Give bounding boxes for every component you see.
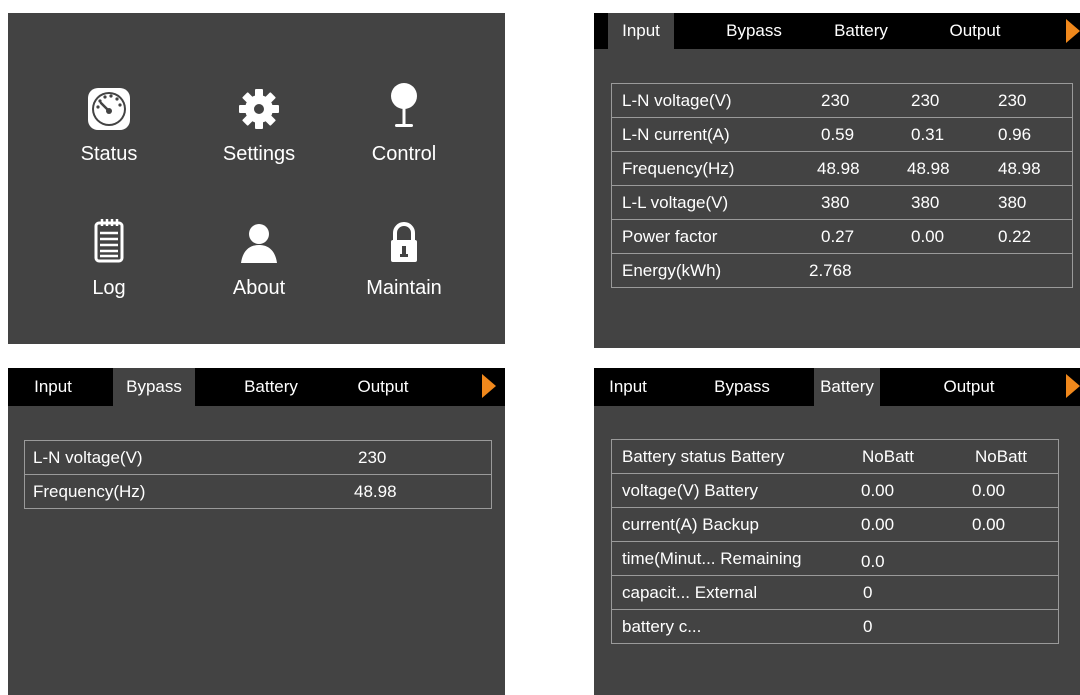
tab-bar: Input Bypass Battery Output (594, 368, 1080, 406)
table-row: Frequency(Hz) 48.98 (25, 475, 491, 509)
value-cell: 0.00 (972, 481, 1006, 500)
row-label: L-N voltage(V) (622, 91, 732, 110)
menu-item-control[interactable]: Control (334, 81, 474, 175)
menu-item-status[interactable]: Status (39, 85, 179, 175)
table-row: L-N voltage(V) 230 (25, 441, 491, 475)
tab-bypass[interactable]: Bypass (692, 368, 792, 406)
table-row: Battery status Battery NoBatt NoBatt (612, 440, 1058, 474)
tab-input[interactable]: Input (18, 368, 88, 406)
value-cell: 0.00 (972, 515, 1006, 534)
row-label: capacit... External (622, 583, 758, 602)
value-cell: 0 (863, 583, 873, 602)
table-row: battery c... 0 (612, 610, 1058, 644)
value-cell: 0.59 (821, 125, 855, 144)
value-cell: 0.27 (821, 227, 855, 246)
row-label: L-N voltage(V) (33, 448, 143, 467)
value-cell: 48.98 (354, 482, 397, 501)
menu-item-settings[interactable]: Settings (189, 85, 329, 175)
value-cell: 230 (358, 448, 387, 467)
row-label: time(Minut... Remaining (622, 549, 802, 568)
row-label: L-L voltage(V) (622, 193, 729, 212)
table-row: capacit... External 0 (612, 576, 1058, 610)
tab-battery[interactable]: Battery (814, 368, 880, 406)
menu-label-about: About (232, 277, 286, 299)
value-cell: 380 (821, 193, 850, 212)
value-cell: 48.98 (998, 159, 1041, 178)
table-row: L-N voltage(V) 230 230 230 (612, 84, 1072, 118)
value-cell: 48.98 (817, 159, 860, 178)
value-cell: 0 (863, 617, 873, 636)
table-row: time(Minut... Remaining 0.0 (612, 542, 1058, 576)
battery-data-table: Battery status Battery NoBatt NoBatt vol… (611, 439, 1059, 644)
menu-label-control: Control (371, 143, 437, 165)
next-tab-arrow-icon[interactable] (1066, 374, 1080, 398)
value-cell: NoBatt (862, 447, 914, 466)
joystick-icon (380, 81, 428, 129)
row-label: Frequency(Hz) (33, 482, 146, 501)
table-row: L-N current(A) 0.59 0.31 0.96 (612, 118, 1072, 152)
value-cell: 0.00 (861, 515, 895, 534)
user-icon (235, 219, 283, 267)
table-row: L-L voltage(V) 380 380 380 (612, 186, 1072, 220)
value-cell: 230 (998, 91, 1027, 110)
tab-output[interactable]: Output (924, 368, 1014, 406)
input-data-table: L-N voltage(V) 230 230 230 L-N current(A… (611, 83, 1073, 288)
value-cell: 0.00 (861, 481, 895, 500)
battery-screen: Input Bypass Battery Output Battery stat… (594, 368, 1080, 695)
row-label: L-N current(A) (622, 125, 730, 144)
tab-bypass[interactable]: Bypass (113, 368, 195, 406)
menu-item-about[interactable]: About (189, 219, 329, 309)
tab-input[interactable]: Input (598, 368, 658, 406)
table-row: Power factor 0.27 0.00 0.22 (612, 220, 1072, 254)
value-cell: 2.768 (809, 261, 852, 280)
value-cell: 48.98 (907, 159, 950, 178)
table-row: Frequency(Hz) 48.98 48.98 48.98 (612, 152, 1072, 186)
tab-bar: Input Bypass Battery Output (8, 368, 505, 406)
gauge-icon (85, 85, 133, 133)
row-label: current(A) Backup (622, 515, 759, 534)
value-cell: 0.00 (911, 227, 945, 246)
value-cell: 0.22 (998, 227, 1032, 246)
menu-label-status: Status (80, 143, 138, 165)
table-row: Energy(kWh) 2.768 (612, 254, 1072, 288)
input-screen: Input Bypass Battery Output L-N voltage(… (594, 13, 1080, 348)
menu-label-log: Log (92, 277, 126, 299)
menu-label-settings: Settings (222, 143, 296, 165)
lock-icon (380, 219, 428, 267)
main-menu-panel: Status Settings Control Log About Mainta… (8, 13, 505, 344)
value-cell: 0.96 (998, 125, 1032, 144)
value-cell: 230 (821, 91, 850, 110)
notepad-icon (85, 217, 133, 265)
row-label: voltage(V) Battery (622, 481, 759, 500)
menu-item-maintain[interactable]: Maintain (334, 219, 474, 309)
tab-output[interactable]: Output (338, 368, 428, 406)
value-cell: 380 (911, 193, 940, 212)
table-row: voltage(V) Battery 0.00 0.00 (612, 474, 1058, 508)
row-label: Energy(kWh) (622, 261, 722, 280)
value-cell: 0.0 (861, 552, 885, 571)
row-label: Power factor (622, 227, 718, 246)
bypass-data-table: L-N voltage(V) 230 Frequency(Hz) 48.98 (24, 440, 492, 509)
value-cell: 380 (998, 193, 1027, 212)
next-tab-arrow-icon[interactable] (1066, 19, 1080, 43)
value-cell: 0.31 (911, 125, 945, 144)
menu-item-log[interactable]: Log (39, 217, 179, 309)
tab-bar: Input Bypass Battery Output (594, 13, 1080, 49)
row-label: battery c... (622, 617, 702, 636)
bypass-screen: Input Bypass Battery Output L-N voltage(… (8, 368, 505, 695)
value-cell: 230 (911, 91, 940, 110)
tab-battery[interactable]: Battery (816, 13, 906, 49)
row-label: Battery status Battery (622, 447, 785, 466)
menu-label-maintain: Maintain (366, 277, 442, 299)
value-cell: NoBatt (975, 447, 1027, 466)
next-tab-arrow-icon[interactable] (482, 374, 496, 398)
table-row: current(A) Backup 0.00 0.00 (612, 508, 1058, 542)
tab-input[interactable]: Input (608, 13, 674, 49)
tab-output[interactable]: Output (930, 13, 1020, 49)
row-label: Frequency(Hz) (622, 159, 735, 178)
tab-bypass[interactable]: Bypass (704, 13, 804, 49)
tab-battery[interactable]: Battery (226, 368, 316, 406)
gear-icon (235, 85, 283, 133)
